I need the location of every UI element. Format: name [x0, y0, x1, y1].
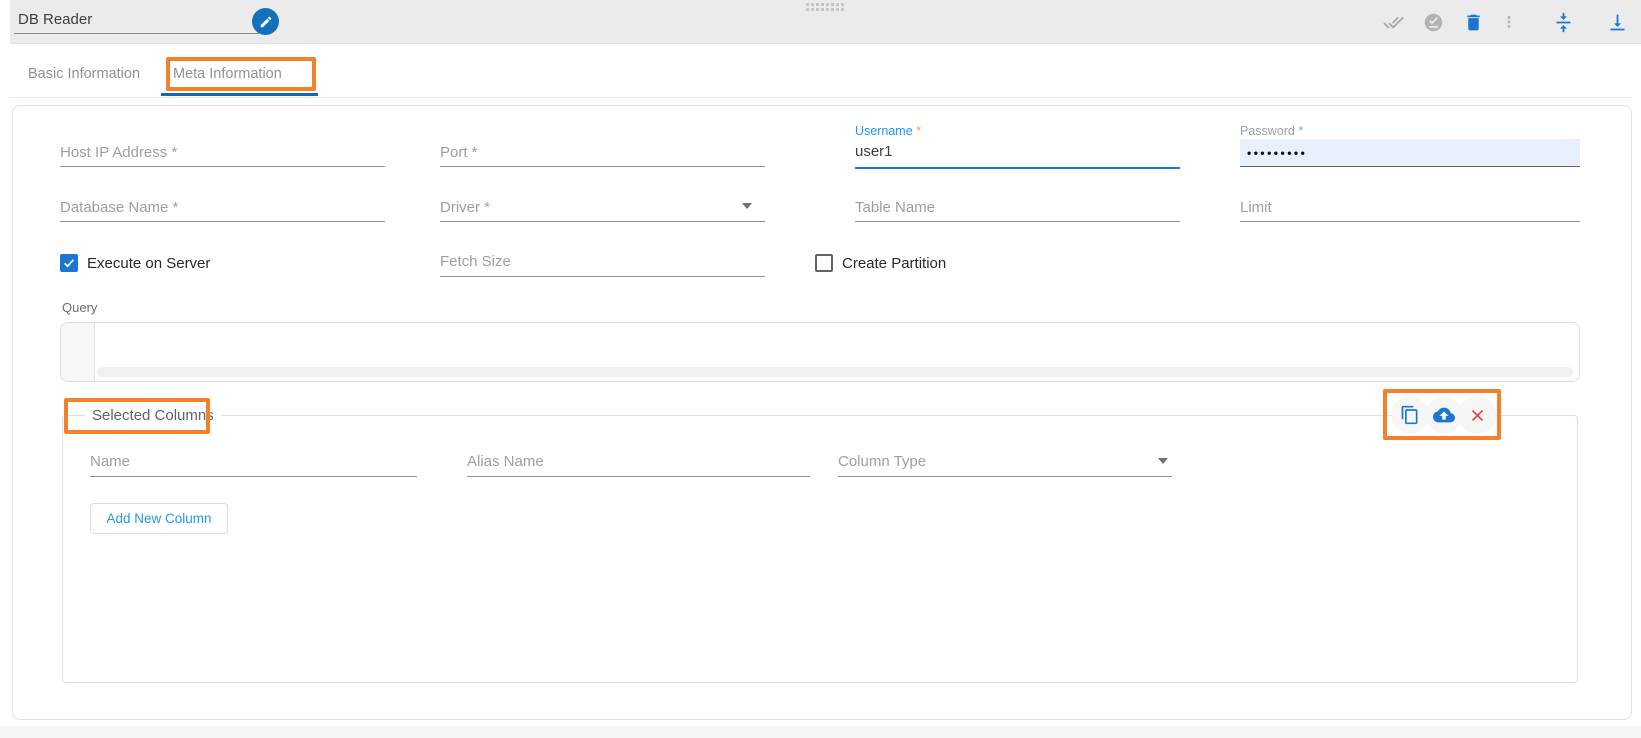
username-underline-focused	[855, 167, 1180, 169]
password-label: Password *	[1240, 124, 1303, 138]
edit-title-button[interactable]	[252, 8, 279, 35]
node-header: DB Reader	[10, 0, 1641, 44]
selected-columns-legend: Selected Columns	[85, 407, 221, 424]
query-editor-gutter	[61, 323, 95, 381]
database-name-underline	[60, 221, 385, 222]
username-field[interactable]: user1	[855, 143, 893, 160]
column-type-field[interactable]: Column Type	[838, 453, 926, 470]
offline-pin-icon[interactable]	[1421, 10, 1445, 34]
column-name-underline	[90, 476, 417, 477]
driver-dropdown-arrow-icon[interactable]	[742, 203, 752, 209]
done-all-icon[interactable]	[1381, 10, 1405, 34]
copy-columns-button[interactable]	[1391, 396, 1429, 434]
driver-underline	[440, 221, 765, 222]
password-underline	[1240, 166, 1580, 167]
create-partition-label: Create Partition	[842, 255, 946, 272]
drag-handle-icon[interactable]	[806, 3, 844, 11]
table-name-field[interactable]: Table Name	[855, 199, 935, 216]
column-name-field[interactable]: Name	[90, 453, 130, 470]
column-type-dropdown-arrow-icon[interactable]	[1158, 458, 1168, 464]
port-underline	[440, 166, 765, 167]
host-ip-underline	[60, 166, 385, 167]
remove-columns-button[interactable]	[1458, 396, 1496, 434]
vertical-align-center-icon[interactable]	[1551, 10, 1575, 34]
close-icon	[1468, 406, 1487, 425]
pencil-icon	[259, 15, 273, 29]
node-title-input[interactable]: DB Reader	[18, 11, 92, 28]
host-ip-field[interactable]: Host IP Address *	[60, 144, 177, 161]
execute-on-server-label: Execute on Server	[87, 255, 210, 272]
create-partition-checkbox[interactable]	[815, 254, 833, 272]
execute-on-server-checkbox[interactable]	[60, 254, 78, 272]
cloud-upload-icon	[1433, 404, 1455, 426]
title-underline	[14, 33, 259, 34]
vertical-align-bottom-icon[interactable]	[1605, 10, 1629, 34]
database-name-field[interactable]: Database Name *	[60, 199, 178, 216]
page-bottom-strip	[0, 726, 1641, 738]
column-type-underline	[838, 476, 1172, 477]
username-label: Username *	[855, 124, 921, 138]
add-new-column-button[interactable]: Add New Column	[90, 503, 228, 534]
query-editor[interactable]	[60, 322, 1580, 382]
query-label: Query	[62, 300, 97, 315]
active-tab-indicator	[161, 93, 318, 96]
table-name-underline	[855, 221, 1180, 222]
copy-icon	[1400, 405, 1420, 425]
more-vert-icon[interactable]	[1497, 10, 1521, 34]
header-toolbar	[1381, 0, 1629, 44]
tab-basic-information[interactable]: Basic Information	[28, 66, 140, 82]
trash-icon[interactable]	[1461, 10, 1485, 34]
column-alias-field[interactable]: Alias Name	[467, 453, 544, 470]
limit-underline	[1240, 221, 1580, 222]
limit-field[interactable]: Limit	[1240, 199, 1272, 216]
port-field[interactable]: Port *	[440, 144, 478, 161]
tab-meta-information[interactable]: Meta Information	[173, 66, 282, 82]
fetch-size-field[interactable]: Fetch Size	[440, 253, 511, 270]
tab-divider	[10, 97, 1632, 98]
column-alias-underline	[467, 476, 810, 477]
query-editor-hscrollbar[interactable]	[97, 367, 1573, 377]
fetch-size-underline	[440, 276, 765, 277]
driver-field[interactable]: Driver *	[440, 199, 490, 216]
password-field[interactable]: •••••••••	[1247, 146, 1307, 160]
selected-columns-section: Selected Columns	[62, 407, 1578, 683]
